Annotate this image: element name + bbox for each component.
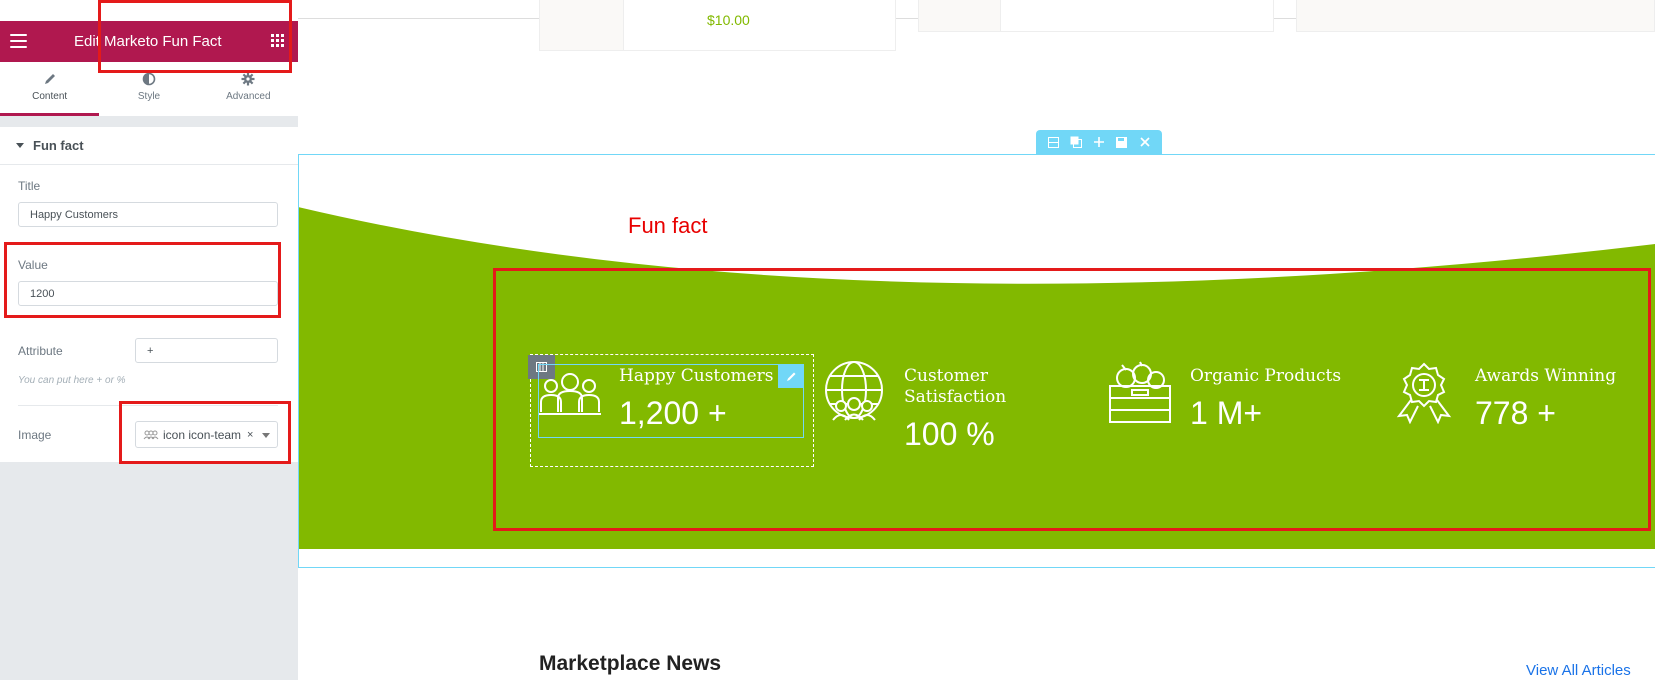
fact-item-customer-satisfaction: Customer Satisfaction 100 %: [904, 366, 1034, 453]
globe-people-icon: [825, 361, 883, 421]
product-card-inner: [1000, 0, 1274, 32]
product-price: $10.00: [707, 12, 750, 28]
columns-icon[interactable]: [1046, 135, 1060, 149]
clear-selection-button[interactable]: ×: [247, 429, 253, 441]
title-input[interactable]: [18, 202, 278, 227]
half-circle-icon: [142, 72, 156, 86]
value-input[interactable]: [18, 281, 278, 306]
fact-title: Customer Satisfaction: [904, 366, 1007, 407]
pencil-icon: [786, 372, 795, 381]
tab-advanced[interactable]: Advanced: [199, 62, 298, 116]
section-fun-fact-toggle[interactable]: Fun fact: [0, 127, 298, 165]
caret-down-icon: [16, 143, 24, 148]
tab-advanced-label: Advanced: [226, 91, 271, 102]
fact-item-happy-customers: Happy Customers 1,200 +: [619, 366, 774, 432]
product-card: [1296, 0, 1655, 32]
team-icon: [539, 373, 601, 415]
attribute-label: Attribute: [18, 344, 63, 358]
app-window: Edit Marketo Fun Fact Content Style Adva…: [0, 0, 1655, 680]
fact-title: Awards Winning: [1475, 366, 1617, 386]
produce-crate-icon: [1109, 361, 1171, 423]
fact-value: 1 M+: [1190, 395, 1263, 431]
pencil-icon: [44, 74, 55, 84]
save-icon[interactable]: [1115, 135, 1129, 149]
tab-content[interactable]: Content: [0, 62, 100, 116]
image-label: Image: [18, 428, 52, 442]
news-section-title: Marketplace News: [539, 652, 722, 675]
award-medal-icon: [1396, 362, 1452, 424]
fact-value: 100 %: [904, 416, 995, 452]
editor-panel: Edit Marketo Fun Fact Content Style Adva…: [0, 0, 298, 680]
value-label: Value: [18, 258, 48, 272]
tab-style[interactable]: Style: [99, 62, 198, 116]
selected-section-frame: [298, 154, 1655, 568]
image-select[interactable]: icon icon-team ×: [135, 421, 278, 448]
duplicate-icon[interactable]: [1069, 135, 1083, 149]
image-select-value: icon icon-team: [163, 427, 242, 442]
fact-item-awards-winning: Awards Winning 778 +: [1475, 366, 1616, 432]
plus-icon[interactable]: [1092, 135, 1106, 149]
fact-item-organic-products: Organic Products 1 M+: [1190, 366, 1341, 432]
panel-tabs: Content Style Advanced: [0, 62, 298, 116]
divider: [18, 405, 278, 406]
close-icon[interactable]: [1138, 135, 1152, 149]
view-all-articles-link[interactable]: View All Articles: [1526, 662, 1631, 679]
panel-header: Edit Marketo Fun Fact: [0, 21, 298, 62]
panel-top-strip: [0, 0, 298, 21]
fact-title: Organic Products: [1190, 366, 1342, 386]
gear-icon: [241, 72, 255, 86]
edit-widget-button[interactable]: [778, 364, 804, 388]
preview-canvas: $10.00 Fun fact Happy Customers 1,200 + …: [298, 0, 1655, 680]
tab-style-label: Style: [137, 91, 161, 102]
panel-title: Edit Marketo Fun Fact: [74, 33, 222, 50]
team-small-icon: [143, 430, 159, 439]
fact-value: 1,200 +: [619, 395, 727, 431]
widgets-grid-icon[interactable]: [271, 34, 284, 47]
attribute-input[interactable]: [135, 338, 278, 363]
section-toolbar: [1036, 130, 1162, 154]
fact-title: Happy Customers: [619, 366, 774, 386]
dropdown-arrow-icon[interactable]: [262, 433, 270, 438]
product-card-inner: [623, 0, 896, 51]
attribute-help-text: You can put here + or %: [18, 375, 126, 386]
menu-icon[interactable]: [10, 34, 27, 48]
section-title: Fun fact: [33, 138, 84, 153]
controls-panel: Fun fact Title Value Attribute You can p…: [0, 127, 298, 462]
fact-value: 778 +: [1475, 395, 1556, 431]
title-label: Title: [18, 179, 41, 193]
tab-content-label: Content: [32, 91, 68, 102]
annotation-label: Fun fact: [628, 213, 708, 238]
